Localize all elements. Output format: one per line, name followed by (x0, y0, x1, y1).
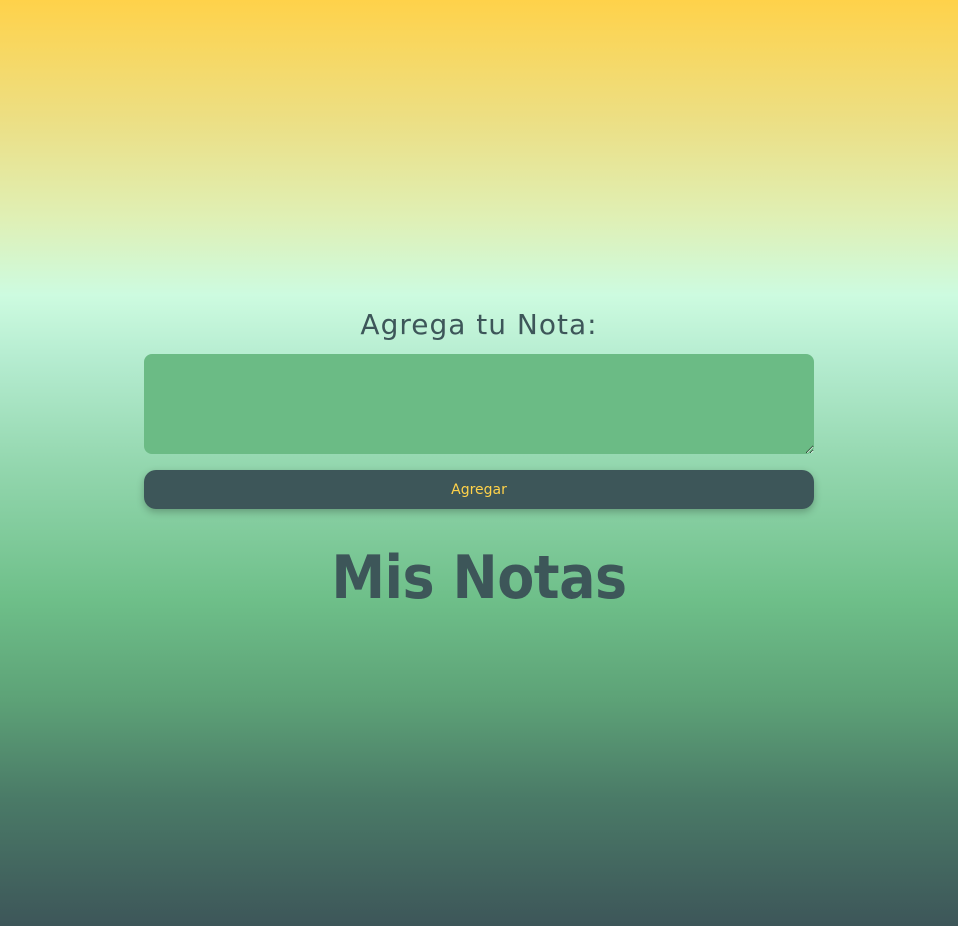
notes-title: Mis Notas (331, 542, 627, 613)
note-textarea[interactable] (144, 354, 814, 454)
note-form-label: Agrega tu Nota: (360, 308, 598, 341)
add-note-button[interactable]: Agregar (144, 470, 814, 509)
